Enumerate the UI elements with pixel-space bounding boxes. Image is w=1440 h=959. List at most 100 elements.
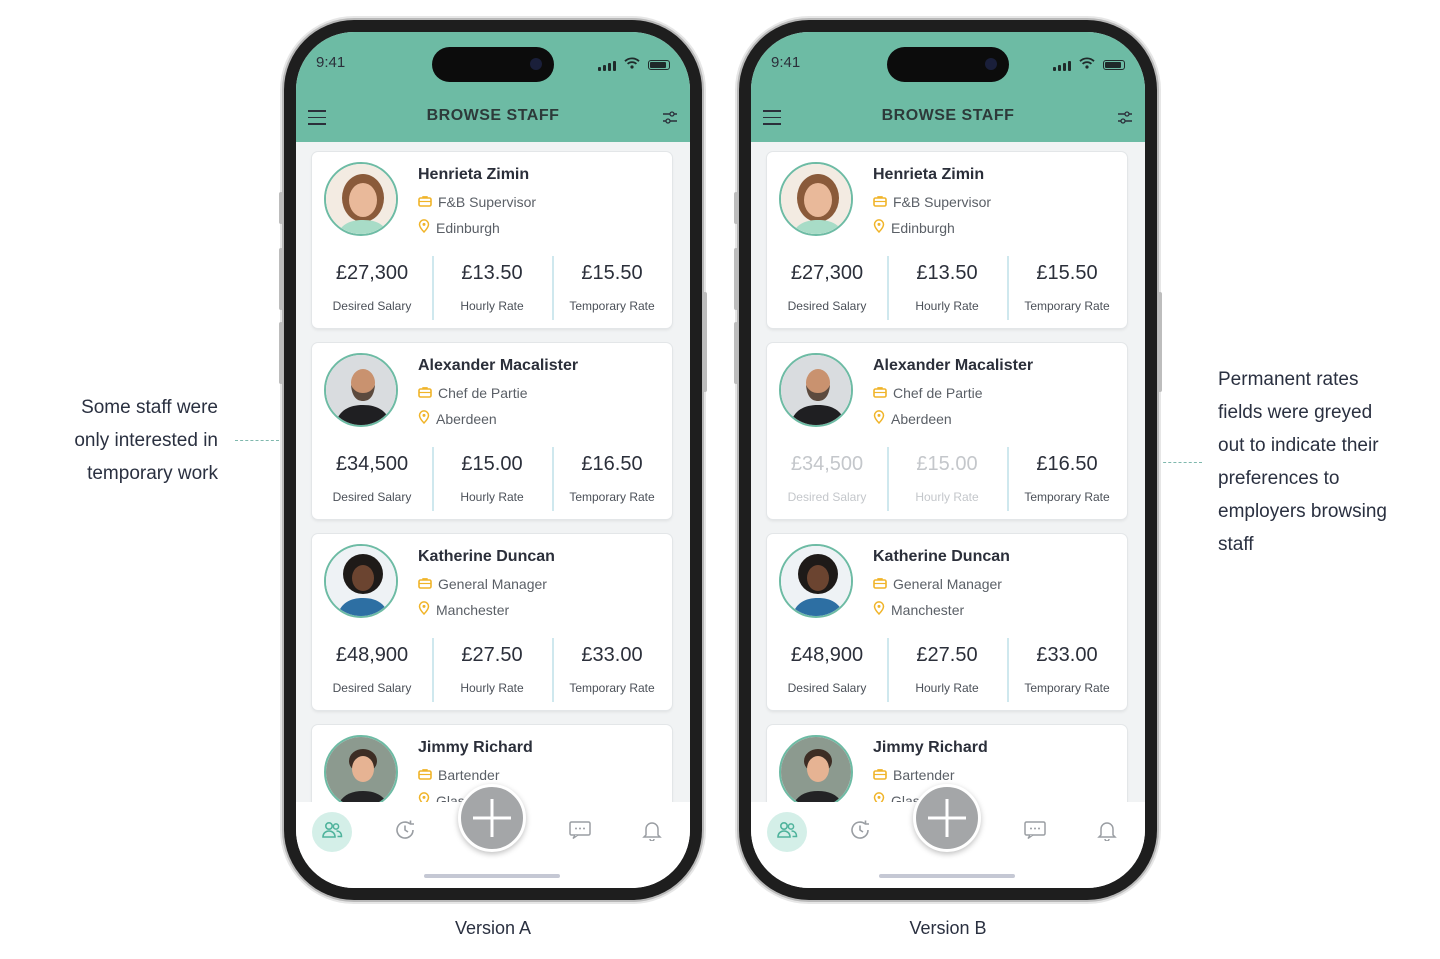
- app-header: 9:41 BROWSE STAFF: [751, 32, 1145, 142]
- history-tab[interactable]: [840, 812, 880, 852]
- staff-location-row: Glas: [873, 792, 920, 802]
- rate-cell: £15.00 Hourly Rate: [432, 447, 552, 513]
- staff-role: General Manager: [893, 576, 1002, 592]
- staff-role: F&B Supervisor: [893, 194, 992, 210]
- location-pin-icon: [873, 410, 885, 427]
- power-button: [1158, 292, 1162, 392]
- location-pin-icon: [418, 601, 430, 618]
- staff-role: Chef de Partie: [893, 385, 983, 401]
- people-tab[interactable]: [767, 812, 807, 852]
- wifi-icon: [624, 56, 640, 74]
- annotation-right-line: fields were greyed: [1218, 402, 1373, 423]
- rate-value: £13.50: [916, 262, 978, 284]
- home-indicator: [879, 874, 1015, 878]
- briefcase-icon: [873, 767, 887, 783]
- briefcase-icon: [418, 767, 432, 783]
- dynamic-island: [432, 47, 554, 82]
- staff-location-row: Glas: [418, 792, 465, 802]
- staff-location: Aberdeen: [891, 410, 952, 427]
- bell-tab[interactable]: [1087, 812, 1127, 852]
- filter-icon[interactable]: [1117, 110, 1133, 126]
- location-pin-icon: [418, 219, 430, 236]
- staff-role-row: General Manager: [873, 576, 1002, 592]
- staff-location: Glas: [891, 792, 920, 803]
- staff-location: Manchester: [891, 601, 965, 618]
- rates-row: £27,300 Desired Salary £13.50 Hourly Rate £1…: [767, 256, 1127, 322]
- history-tab[interactable]: [385, 812, 425, 852]
- staff-card[interactable]: Henrieta Zimin F&B Supervisor Edinburgh £27…: [312, 152, 672, 328]
- staff-role-row: Chef de Partie: [873, 385, 983, 401]
- rate-label: Desired Salary: [332, 299, 412, 313]
- rate-cell: £16.50 Temporary Rate: [552, 447, 672, 513]
- people-tab[interactable]: [312, 812, 352, 852]
- add-icon[interactable]: [458, 784, 526, 852]
- staff-list[interactable]: Henrieta Zimin F&B Supervisor Edinburgh £27…: [296, 142, 690, 802]
- status-icons: [1053, 56, 1125, 74]
- rate-value: £16.50: [1036, 453, 1098, 475]
- location-pin-icon: [418, 410, 430, 427]
- message-tab[interactable]: [1015, 812, 1055, 852]
- annotation-right-line: preferences to: [1218, 468, 1340, 489]
- history-icon: [848, 818, 872, 847]
- staff-name: Jimmy Richard: [873, 739, 988, 756]
- rate-value: £15.50: [1036, 262, 1098, 284]
- staff-role: F&B Supervisor: [438, 194, 537, 210]
- caption-version-b: Version B: [909, 918, 987, 938]
- battery-icon: [648, 60, 670, 70]
- status-time: 9:41: [771, 54, 801, 71]
- rate-value: £15.00: [461, 453, 523, 475]
- location-pin-icon: [873, 792, 885, 802]
- rate-label: Desired Salary: [787, 299, 867, 313]
- location-pin-icon: [873, 219, 885, 236]
- rate-value: £48,900: [335, 644, 409, 666]
- location-pin-icon: [418, 792, 430, 802]
- signal-icon: [598, 60, 616, 71]
- page-title: BROWSE STAFF: [426, 107, 560, 124]
- side-button: [734, 192, 738, 224]
- staff-card[interactable]: Alexander Macalister Chef de Partie Aberde…: [767, 343, 1127, 519]
- people-icon: [321, 821, 343, 844]
- avatar-alexander: [324, 353, 398, 427]
- annotation-right: Permanent rates fields were greyed out t…: [1218, 363, 1418, 561]
- staff-card[interactable]: Henrieta Zimin F&B Supervisor Edinburgh £27…: [767, 152, 1127, 328]
- annotation-right-line: out to indicate their: [1218, 435, 1379, 456]
- bell-tab[interactable]: [632, 812, 672, 852]
- rate-cell: £33.00 Temporary Rate: [552, 638, 672, 704]
- annotation-right-line: Permanent rates: [1218, 369, 1359, 390]
- annotation-right-connector: [1158, 462, 1202, 463]
- volume-down-button: [279, 322, 283, 384]
- filter-icon[interactable]: [662, 110, 678, 126]
- status-time: 9:41: [316, 54, 346, 71]
- add-icon[interactable]: [913, 784, 981, 852]
- rate-label: Temporary Rate: [569, 299, 655, 313]
- staff-location: Glas: [436, 792, 465, 803]
- message-tab[interactable]: [560, 812, 600, 852]
- briefcase-icon: [873, 576, 887, 592]
- home-indicator: [424, 874, 560, 878]
- rate-value: £15.50: [581, 262, 643, 284]
- avatar-jimmy: [324, 735, 398, 802]
- rates-row: £34,500 Desired Salary £15.00 Hourly Rate £1…: [312, 447, 672, 513]
- briefcase-icon: [873, 194, 887, 210]
- signal-icon: [1053, 60, 1071, 71]
- staff-location-row: Aberdeen: [418, 410, 497, 427]
- rate-cell: £16.50 Temporary Rate: [1007, 447, 1127, 513]
- app-header: 9:41 BROWSE STAFF: [296, 32, 690, 142]
- staff-location: Aberdeen: [436, 410, 497, 427]
- staff-location-row: Edinburgh: [873, 219, 955, 236]
- history-icon: [393, 818, 417, 847]
- staff-card[interactable]: Katherine Duncan General Manager Mancheste…: [767, 534, 1127, 710]
- rate-label: Hourly Rate: [915, 299, 979, 313]
- rate-label: Temporary Rate: [569, 681, 655, 695]
- staff-card[interactable]: Alexander Macalister Chef de Partie Aberde…: [312, 343, 672, 519]
- staff-card[interactable]: Katherine Duncan General Manager Mancheste…: [312, 534, 672, 710]
- phone-version-a: 9:41 BROWSE STAFF Henrieta Zimin F&B Superv…: [279, 20, 707, 900]
- staff-location-row: Aberdeen: [873, 410, 952, 427]
- rate-label: Hourly Rate: [915, 681, 979, 695]
- staff-role: Bartender: [438, 767, 500, 783]
- staff-list[interactable]: Henrieta Zimin F&B Supervisor Edinburgh £27…: [751, 142, 1145, 802]
- briefcase-icon: [418, 385, 432, 401]
- rate-value: £13.50: [461, 262, 523, 284]
- volume-up-button: [279, 248, 283, 310]
- rate-cell: £48,900 Desired Salary: [767, 638, 887, 704]
